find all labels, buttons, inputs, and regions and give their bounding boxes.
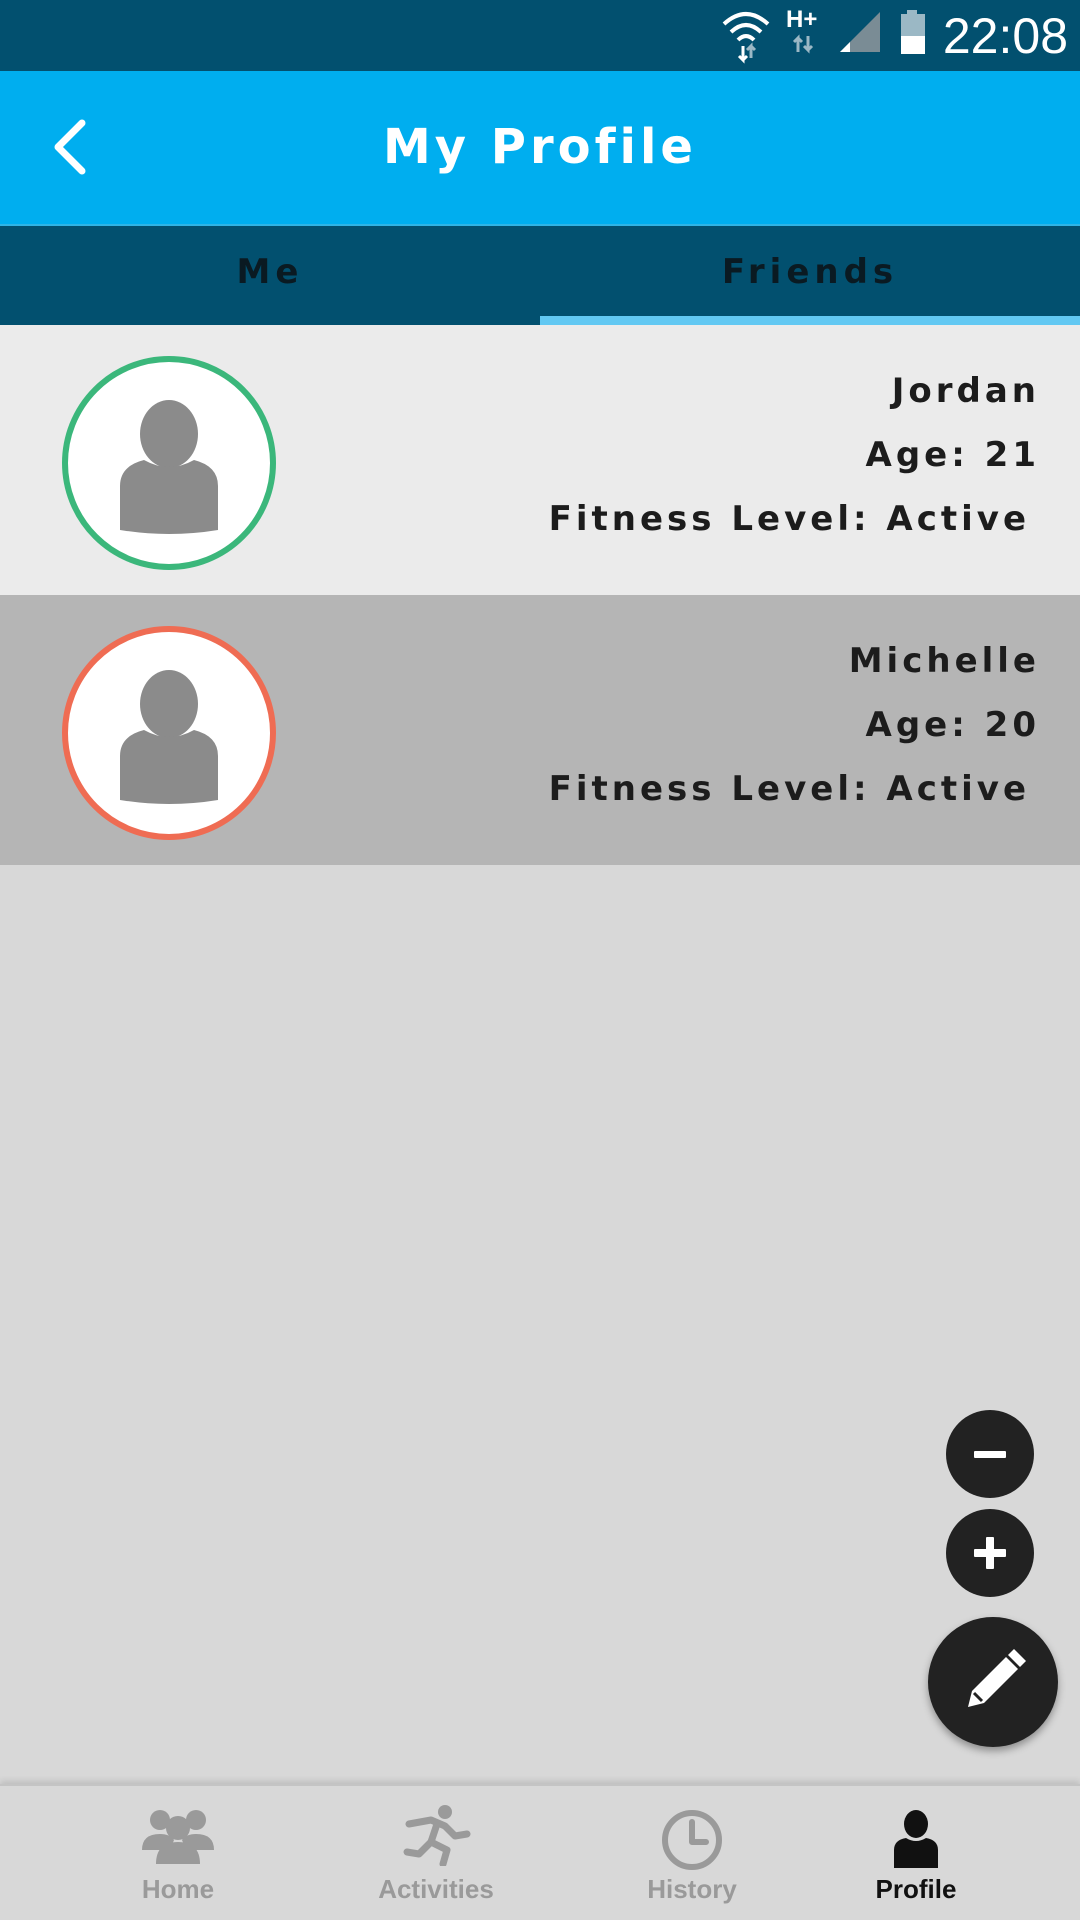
person-icon	[894, 1810, 938, 1868]
tab-indicator	[540, 316, 1080, 325]
tab-bar: Me Friends	[0, 224, 1080, 325]
group-icon	[142, 1810, 214, 1864]
friend-row-jordan[interactable]: Jordan Age: 21 Fitness Level: Active	[0, 325, 1080, 595]
chevron-left-icon	[54, 119, 86, 175]
avatar	[62, 356, 276, 570]
running-person-icon	[403, 1805, 471, 1866]
page-title: My Profile	[383, 119, 697, 175]
status-bar: H+ 22:08	[0, 0, 1080, 71]
remove-friend-button[interactable]	[946, 1410, 1034, 1498]
mobile-data-icon: H+	[786, 0, 826, 71]
friend-fitness-level: Fitness Level: Active	[548, 499, 1030, 539]
tab-friends[interactable]: Friends	[540, 226, 1080, 325]
nav-activities[interactable]: Activities	[346, 1786, 526, 1920]
minus-icon	[974, 1451, 1006, 1458]
clock-icon	[662, 1810, 722, 1870]
person-silhouette-icon	[120, 670, 218, 804]
bottom-nav: Home Activities History Profile	[0, 1784, 1080, 1920]
pencil-icon	[968, 1649, 1026, 1707]
friend-list: Jordan Age: 21 Fitness Level: Active Mic…	[0, 325, 1080, 865]
friend-name: Jordan	[891, 371, 1040, 411]
nav-profile-label: Profile	[875, 1874, 957, 1904]
nav-home-label: Home	[141, 1874, 215, 1904]
signal-icon	[840, 12, 880, 52]
friend-row-michelle[interactable]: Michelle Age: 20 Fitness Level: Active	[0, 595, 1080, 865]
friend-info: Michelle Age: 20 Fitness Level: Active	[549, 635, 1040, 827]
friend-age: Age: 21	[865, 435, 1040, 475]
status-time: 22:08	[942, 8, 1068, 64]
back-button[interactable]	[30, 105, 110, 189]
person-silhouette-icon	[120, 400, 218, 534]
friend-info: Jordan Age: 21 Fitness Level: Active	[549, 365, 1040, 557]
plus-icon	[974, 1537, 1006, 1569]
battery-icon	[901, 10, 925, 54]
friend-age: Age: 20	[865, 705, 1040, 745]
add-friend-button[interactable]	[946, 1509, 1034, 1597]
edit-button[interactable]	[928, 1617, 1058, 1747]
nav-home[interactable]: Home	[88, 1786, 268, 1920]
app-bar: My Profile	[0, 71, 1080, 224]
nav-history[interactable]: History	[602, 1786, 782, 1920]
friend-fitness-level: Fitness Level: Active	[548, 769, 1030, 809]
nav-activities-label: Activities	[378, 1874, 494, 1904]
screen: H+ 22:08 My Profile Me Friends Jordan Ag…	[0, 0, 1080, 1920]
friend-name: Michelle	[848, 641, 1040, 681]
tab-me[interactable]: Me	[0, 226, 540, 325]
nav-history-label: History	[647, 1874, 737, 1904]
avatar	[62, 626, 276, 840]
nav-profile[interactable]: Profile	[826, 1786, 1006, 1920]
wifi-icon	[722, 12, 770, 64]
